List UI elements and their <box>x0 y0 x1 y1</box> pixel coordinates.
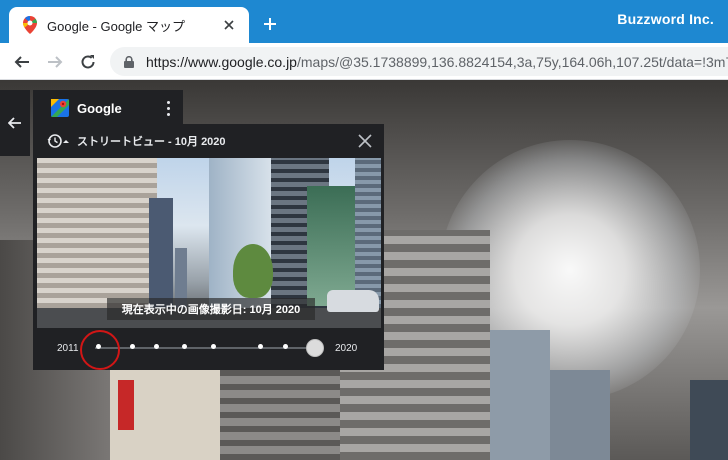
url-text: https://www.google.co.jp/maps/@35.173889… <box>146 54 728 70</box>
timeline-tick[interactable] <box>154 344 159 349</box>
year-end-label: 2020 <box>335 343 358 354</box>
address-bar[interactable]: https://www.google.co.jp/maps/@35.173889… <box>110 47 728 76</box>
close-icon[interactable] <box>354 130 376 152</box>
lock-icon <box>122 55 136 69</box>
tree <box>233 244 273 298</box>
timeline-tick[interactable] <box>182 344 187 349</box>
timeline-tick[interactable] <box>258 344 263 349</box>
building <box>149 198 173 308</box>
back-arrow-icon <box>8 117 21 129</box>
plus-icon[interactable] <box>258 12 282 36</box>
building <box>550 370 610 460</box>
capture-date-caption: 現在表示中の画像撮影日: 10月 2020 <box>107 298 315 320</box>
car <box>327 290 379 312</box>
back-button[interactable] <box>0 90 30 156</box>
back-arrow-icon[interactable] <box>9 49 35 75</box>
google-maps-logo-icon <box>51 99 69 117</box>
shop-sign <box>118 380 134 430</box>
history-icon[interactable] <box>47 133 69 149</box>
street-view-preview[interactable]: 現在表示中の画像撮影日: 10月 2020 <box>37 158 381 328</box>
timeline-tick[interactable] <box>130 344 135 349</box>
reload-icon[interactable] <box>75 49 101 75</box>
browser-tab[interactable]: Google - Google マップ <box>9 7 249 43</box>
maps-header: Google <box>33 90 183 126</box>
highlight-circle <box>80 330 120 370</box>
building <box>37 158 157 318</box>
time-travel-header: ストリートビュー - 10月 2020 <box>33 124 384 158</box>
more-vert-icon[interactable] <box>159 98 177 118</box>
building <box>690 380 728 460</box>
close-icon[interactable] <box>217 13 241 37</box>
timeline-tick[interactable] <box>211 344 216 349</box>
timeline-slider-thumb[interactable] <box>306 339 324 357</box>
maps-title: Google <box>77 100 122 116</box>
forward-arrow-icon[interactable] <box>42 49 68 75</box>
url-host: https://www.google.co.jp <box>146 53 297 70</box>
timeline-tick[interactable] <box>283 344 288 349</box>
time-travel-title: ストリートビュー - 10月 2020 <box>77 136 226 148</box>
time-travel-card: ストリートビュー - 10月 2020 現在表示中の画像撮影日: 10月 202… <box>33 124 384 370</box>
year-start-label: 2011 <box>57 343 79 354</box>
maps-pin-icon <box>21 16 39 34</box>
building <box>490 330 550 460</box>
brand-label: Buzzword Inc. <box>617 11 714 27</box>
building <box>355 158 381 308</box>
tab-strip: Google - Google マップ Buzzword Inc. <box>0 0 728 43</box>
url-path: /maps/@35.1738899,136.8824154,3a,75y,164… <box>296 53 728 70</box>
tab-title: Google - Google マップ <box>47 18 186 34</box>
building <box>307 186 357 306</box>
browser-toolbar: https://www.google.co.jp/maps/@35.173889… <box>0 43 728 80</box>
